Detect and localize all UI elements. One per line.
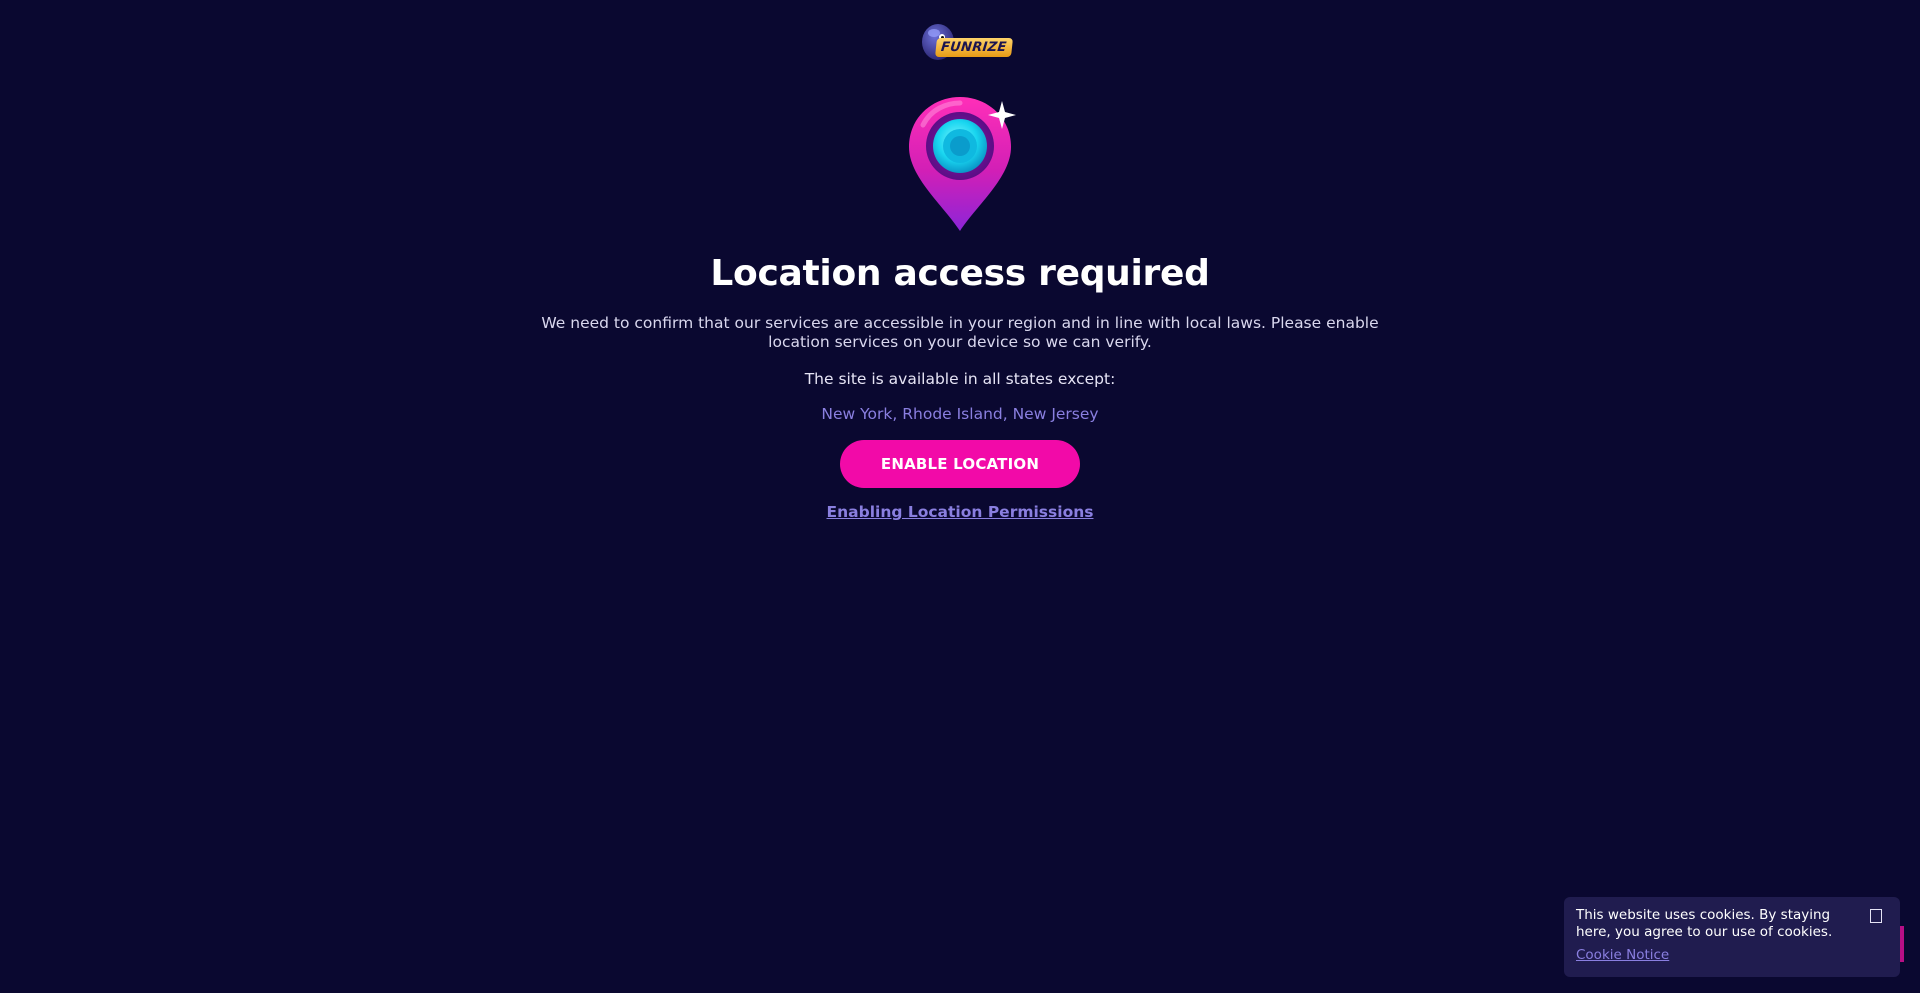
cookie-notice-link[interactable]: Cookie Notice xyxy=(1576,947,1669,963)
description-text: We need to confirm that our services are… xyxy=(541,314,1379,351)
excluded-states: New York, Rhode Island, New Jersey xyxy=(821,405,1099,423)
availability-label: The site is available in all states exce… xyxy=(804,370,1116,388)
location-pin-icon xyxy=(909,97,1016,231)
close-icon[interactable] xyxy=(1870,909,1882,923)
cookie-banner: This website uses cookies. By staying he… xyxy=(1564,897,1900,977)
page-title: Location access required xyxy=(710,253,1210,294)
cookie-message: This website uses cookies. By staying he… xyxy=(1576,907,1833,940)
enabling-location-permissions-link[interactable]: Enabling Location Permissions xyxy=(827,503,1094,521)
permissions-link-container: Enabling Location Permissions xyxy=(0,503,1920,521)
enable-location-button[interactable]: ENABLE LOCATION xyxy=(840,440,1080,488)
logo-wordmark: FUNRIZE xyxy=(935,38,1013,57)
page: FUNRIZE Location access required We need… xyxy=(0,0,1920,993)
funrize-logo[interactable]: FUNRIZE xyxy=(920,20,1013,68)
